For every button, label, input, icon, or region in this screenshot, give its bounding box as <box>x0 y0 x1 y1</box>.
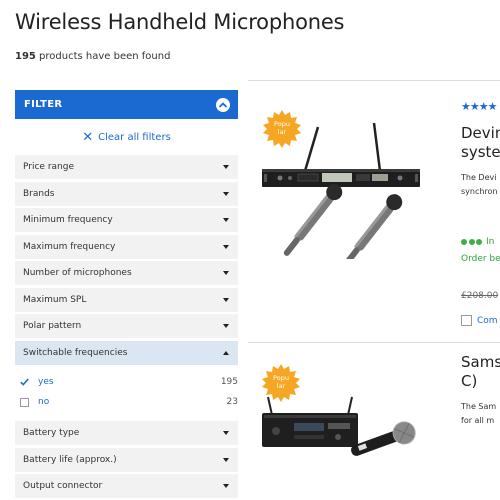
caret-down-icon <box>223 218 229 222</box>
facet-maximum-frequency[interactable]: Maximum frequency <box>15 234 238 259</box>
filter-option-yes[interactable]: yes 195 <box>15 372 238 392</box>
option-count: 195 <box>220 377 238 387</box>
order-note: Order be <box>461 254 500 264</box>
product-title-line: Devin <box>461 124 500 142</box>
facet-list-top: Price range Brands Minimum frequency Max… <box>15 155 238 338</box>
popular-badge-label: Popu lar <box>273 374 289 390</box>
results-count: 195 products have been found <box>15 51 170 62</box>
compare-label: Com <box>477 315 498 326</box>
caret-down-icon <box>223 271 229 275</box>
facet-list-bottom: Battery type Battery life (approx.) Outp… <box>15 421 238 498</box>
filter-header[interactable]: FILTER <box>15 90 238 119</box>
caret-down-icon <box>223 165 229 169</box>
facet-battery-life[interactable]: Battery life (approx.) <box>15 447 238 472</box>
caret-down-icon <box>223 191 229 196</box>
product-description-line: The Devi <box>461 173 497 182</box>
facet-label: Number of microphones <box>23 268 132 278</box>
caret-up-icon <box>223 350 229 355</box>
facet-label: Polar pattern <box>23 321 82 331</box>
facet-output-connector[interactable]: Output connector <box>15 474 238 498</box>
stock-dots-icon <box>461 239 482 245</box>
facet-maximum-spl[interactable]: Maximum SPL <box>15 287 238 312</box>
filter-header-label: FILTER <box>24 99 63 110</box>
product-description-line: synchron <box>461 187 498 196</box>
caret-down-icon <box>223 324 229 328</box>
facet-price-range[interactable]: Price range <box>15 155 238 179</box>
page-title: Wireless Handheld Microphones <box>15 10 345 34</box>
facet-polar-pattern[interactable]: Polar pattern <box>15 314 238 338</box>
facet-label: Minimum frequency <box>23 215 113 225</box>
product-description: The Sam for all m <box>461 400 496 428</box>
divider <box>248 80 500 81</box>
facet-number-of-microphones[interactable]: Number of microphones <box>15 261 238 285</box>
product-description: The Devi synchron <box>461 171 498 199</box>
filter-option-no[interactable]: no 23 <box>15 392 238 412</box>
option-count: 23 <box>226 397 238 407</box>
caret-down-icon <box>223 244 229 249</box>
product-title-line: syste <box>461 143 500 161</box>
caret-down-icon <box>223 457 229 462</box>
product-title-line: C) <box>461 372 478 390</box>
product-description-line: for all m <box>461 416 495 425</box>
facet-label: Price range <box>23 162 74 172</box>
chevron-up-icon[interactable] <box>216 97 230 112</box>
close-icon: ✕ <box>82 129 94 145</box>
product-card[interactable]: Popu lar ★★★★ Devin syste The Devi synch… <box>248 91 500 341</box>
facet-label: Output connector <box>23 481 103 491</box>
rating-stars: ★★★★ <box>461 100 497 113</box>
clear-filters-link[interactable]: ✕ Clear all filters <box>15 119 238 155</box>
facet-label: Brands <box>23 188 55 199</box>
checkbox[interactable] <box>20 397 29 407</box>
facet-label: Maximum SPL <box>23 294 87 305</box>
option-label: no <box>38 397 50 407</box>
clear-filters-label: Clear all filters <box>98 131 171 143</box>
filter-sidebar: FILTER ✕ Clear all filters Price range B… <box>15 90 238 500</box>
facet-label: Battery type <box>23 428 80 438</box>
facet-label: Maximum frequency <box>23 241 116 252</box>
product-image[interactable] <box>260 119 430 266</box>
caret-down-icon <box>223 431 229 435</box>
facet-options: yes 195 no 23 <box>15 367 238 421</box>
compare-checkbox[interactable]: Com <box>461 315 498 326</box>
checkbox[interactable] <box>461 315 472 326</box>
stock-label: In <box>486 237 495 247</box>
facet-label: Switchable frequencies <box>23 347 128 358</box>
option-label: yes <box>38 377 54 387</box>
facet-switchable-frequencies[interactable]: Switchable frequencies <box>15 340 238 365</box>
old-price: £208.00 <box>461 291 499 301</box>
product-description-line: The Sam <box>461 402 497 411</box>
product-title-line: Sams <box>461 353 500 371</box>
product-title[interactable]: Devin syste <box>461 124 500 162</box>
facet-label: Battery life (approx.) <box>23 454 117 465</box>
checkmark-icon[interactable] <box>20 378 29 387</box>
product-card[interactable]: Popu lar Sams C) The Sam for all m <box>248 342 500 500</box>
product-image[interactable] <box>258 395 418 479</box>
facet-minimum-frequency[interactable]: Minimum frequency <box>15 208 238 232</box>
caret-down-icon <box>223 484 229 488</box>
results-count-suffix: products have been found <box>35 51 171 62</box>
caret-down-icon <box>223 297 229 302</box>
stock-status: In <box>461 237 494 247</box>
facet-battery-type[interactable]: Battery type <box>15 421 238 445</box>
product-title[interactable]: Sams C) <box>461 353 500 391</box>
facet-brands[interactable]: Brands <box>15 181 238 206</box>
results-count-number: 195 <box>15 51 36 62</box>
